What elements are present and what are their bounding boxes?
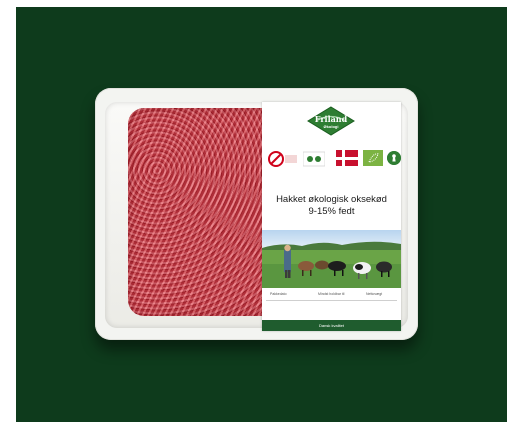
label-field-row: Pakkedato Mindst holdbar til Nettovægt: [262, 292, 401, 300]
best-before-field: Mindst holdbar til: [318, 292, 345, 296]
minced-beef: [128, 108, 273, 316]
product-title: Hakket økologisk oksekød 9-15% fedt: [262, 194, 401, 218]
net-weight-field: Nettovægt: [366, 292, 383, 296]
product-label: Friland Økologi Hakket økologisk oksekød…: [262, 102, 401, 331]
label-footer: Dansk kvalitet: [262, 320, 401, 331]
product-title-line1: Hakket økologisk oksekød: [276, 194, 387, 205]
danish-flag-icon: [336, 150, 358, 166]
farm-scene-photo: [262, 230, 401, 288]
fb-certification-icon: [303, 151, 325, 167]
danish-organic-mark-icon: [268, 150, 298, 168]
certification-row: [268, 150, 401, 168]
side-code-strip: [394, 108, 400, 144]
packing-date-field: Pakkedato: [270, 292, 287, 296]
keyhole-icon: [387, 151, 401, 165]
label-divider: [266, 300, 397, 301]
product-title-line2: 9-15% fedt: [308, 206, 355, 217]
friland-logo: [307, 106, 355, 136]
eu-organic-leaf-icon: [363, 150, 383, 166]
